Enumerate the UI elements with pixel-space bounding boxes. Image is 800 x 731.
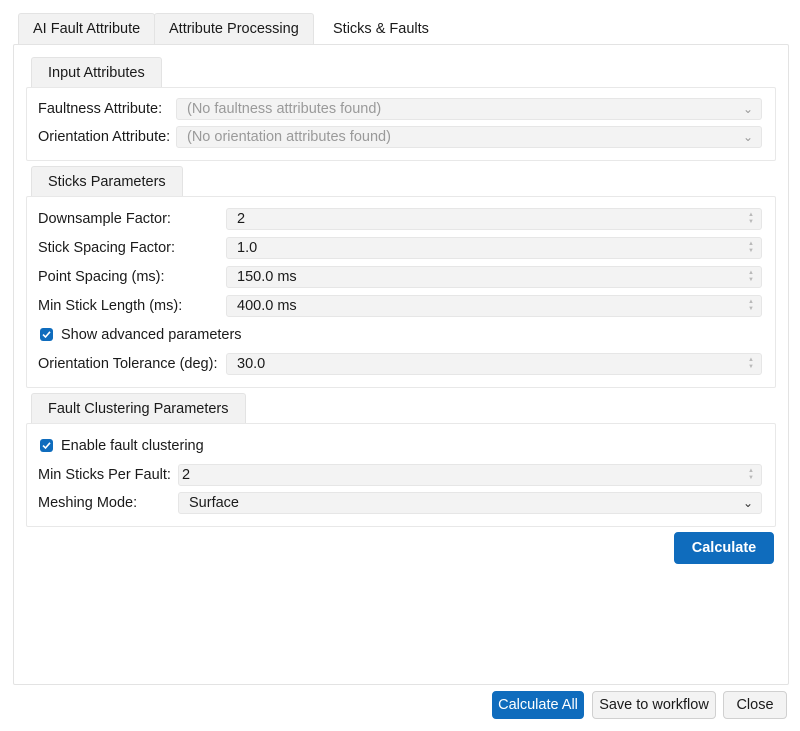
downsample-factor-value: 2 (237, 211, 246, 227)
min-stick-length-spinbox[interactable]: 400.0 ms ▲ ▼ (226, 295, 762, 317)
checkmark-icon (42, 331, 51, 339)
calculate-button[interactable]: Calculate (674, 532, 774, 564)
point-spacing-value: 150.0 ms (237, 269, 297, 285)
sticks-parameters-group-title: Sticks Parameters (31, 166, 183, 198)
show-advanced-label[interactable]: Show advanced parameters (61, 325, 242, 345)
close-button[interactable]: Close (723, 691, 787, 719)
spin-arrows-icon[interactable]: ▲ ▼ (748, 357, 754, 371)
checkmark-icon (42, 442, 51, 450)
orientation-attribute-select[interactable]: (No orientation attributes found) ⌄ (176, 126, 762, 148)
fault-clustering-group-title: Fault Clustering Parameters (31, 393, 246, 425)
stick-spacing-factor-label: Stick Spacing Factor: (38, 240, 175, 256)
stick-spacing-factor-spinbox[interactable]: 1.0 ▲ ▼ (226, 237, 762, 259)
downsample-factor-label: Downsample Factor: (38, 211, 171, 227)
spin-arrows-icon[interactable]: ▲ ▼ (748, 212, 754, 226)
faultness-attribute-value: (No faultness attributes found) (187, 101, 382, 117)
chevron-down-icon: ⌄ (742, 130, 753, 144)
orientation-tolerance-value: 30.0 (237, 356, 266, 372)
orientation-tolerance-label: Orientation Tolerance (deg): (38, 356, 218, 372)
spin-arrows-icon[interactable]: ▲ ▼ (748, 299, 754, 313)
enable-fault-clustering-label[interactable]: Enable fault clustering (61, 436, 204, 456)
min-sticks-per-fault-value: 2 (182, 467, 191, 483)
meshing-mode-label: Meshing Mode: (38, 495, 138, 511)
spin-arrows-icon[interactable]: ▲ ▼ (748, 270, 754, 284)
faultness-attribute-select[interactable]: (No faultness attributes found) ⌄ (176, 98, 762, 120)
tab-attribute-processing[interactable]: Attribute Processing (154, 13, 314, 45)
enable-fault-clustering-checkbox[interactable] (40, 439, 53, 452)
min-sticks-per-fault-label: Min Sticks Per Fault: (38, 467, 171, 483)
calculate-all-button[interactable]: Calculate All (492, 691, 584, 719)
point-spacing-spinbox[interactable]: 150.0 ms ▲ ▼ (226, 266, 762, 288)
input-attributes-group-title: Input Attributes (31, 57, 162, 89)
meshing-mode-value: Surface (189, 495, 239, 511)
chevron-down-icon: ⌄ (742, 496, 753, 510)
min-sticks-per-fault-spinbox[interactable]: 2 ▲ ▼ (178, 464, 762, 486)
tab-sticks-and-faults[interactable]: Sticks & Faults (318, 13, 444, 45)
point-spacing-label: Point Spacing (ms): (38, 269, 165, 285)
faultness-attribute-label: Faultness Attribute: (38, 101, 163, 117)
chevron-down-icon: ⌄ (742, 102, 753, 116)
spin-arrows-icon[interactable]: ▲ ▼ (748, 241, 754, 255)
spin-arrows-icon[interactable]: ▲ ▼ (748, 468, 754, 482)
orientation-attribute-value: (No orientation attributes found) (187, 129, 391, 145)
tab-ai-fault-attribute[interactable]: AI Fault Attribute (18, 13, 156, 45)
meshing-mode-select[interactable]: Surface ⌄ (178, 492, 762, 514)
show-advanced-checkbox[interactable] (40, 328, 53, 341)
save-to-workflow-button[interactable]: Save to workflow (592, 691, 716, 719)
orientation-tolerance-spinbox[interactable]: 30.0 ▲ ▼ (226, 353, 762, 375)
stick-spacing-factor-value: 1.0 (237, 240, 258, 256)
min-stick-length-label: Min Stick Length (ms): (38, 298, 183, 314)
downsample-factor-spinbox[interactable]: 2 ▲ ▼ (226, 208, 762, 230)
orientation-attribute-label: Orientation Attribute: (38, 129, 171, 145)
min-stick-length-value: 400.0 ms (237, 298, 297, 314)
